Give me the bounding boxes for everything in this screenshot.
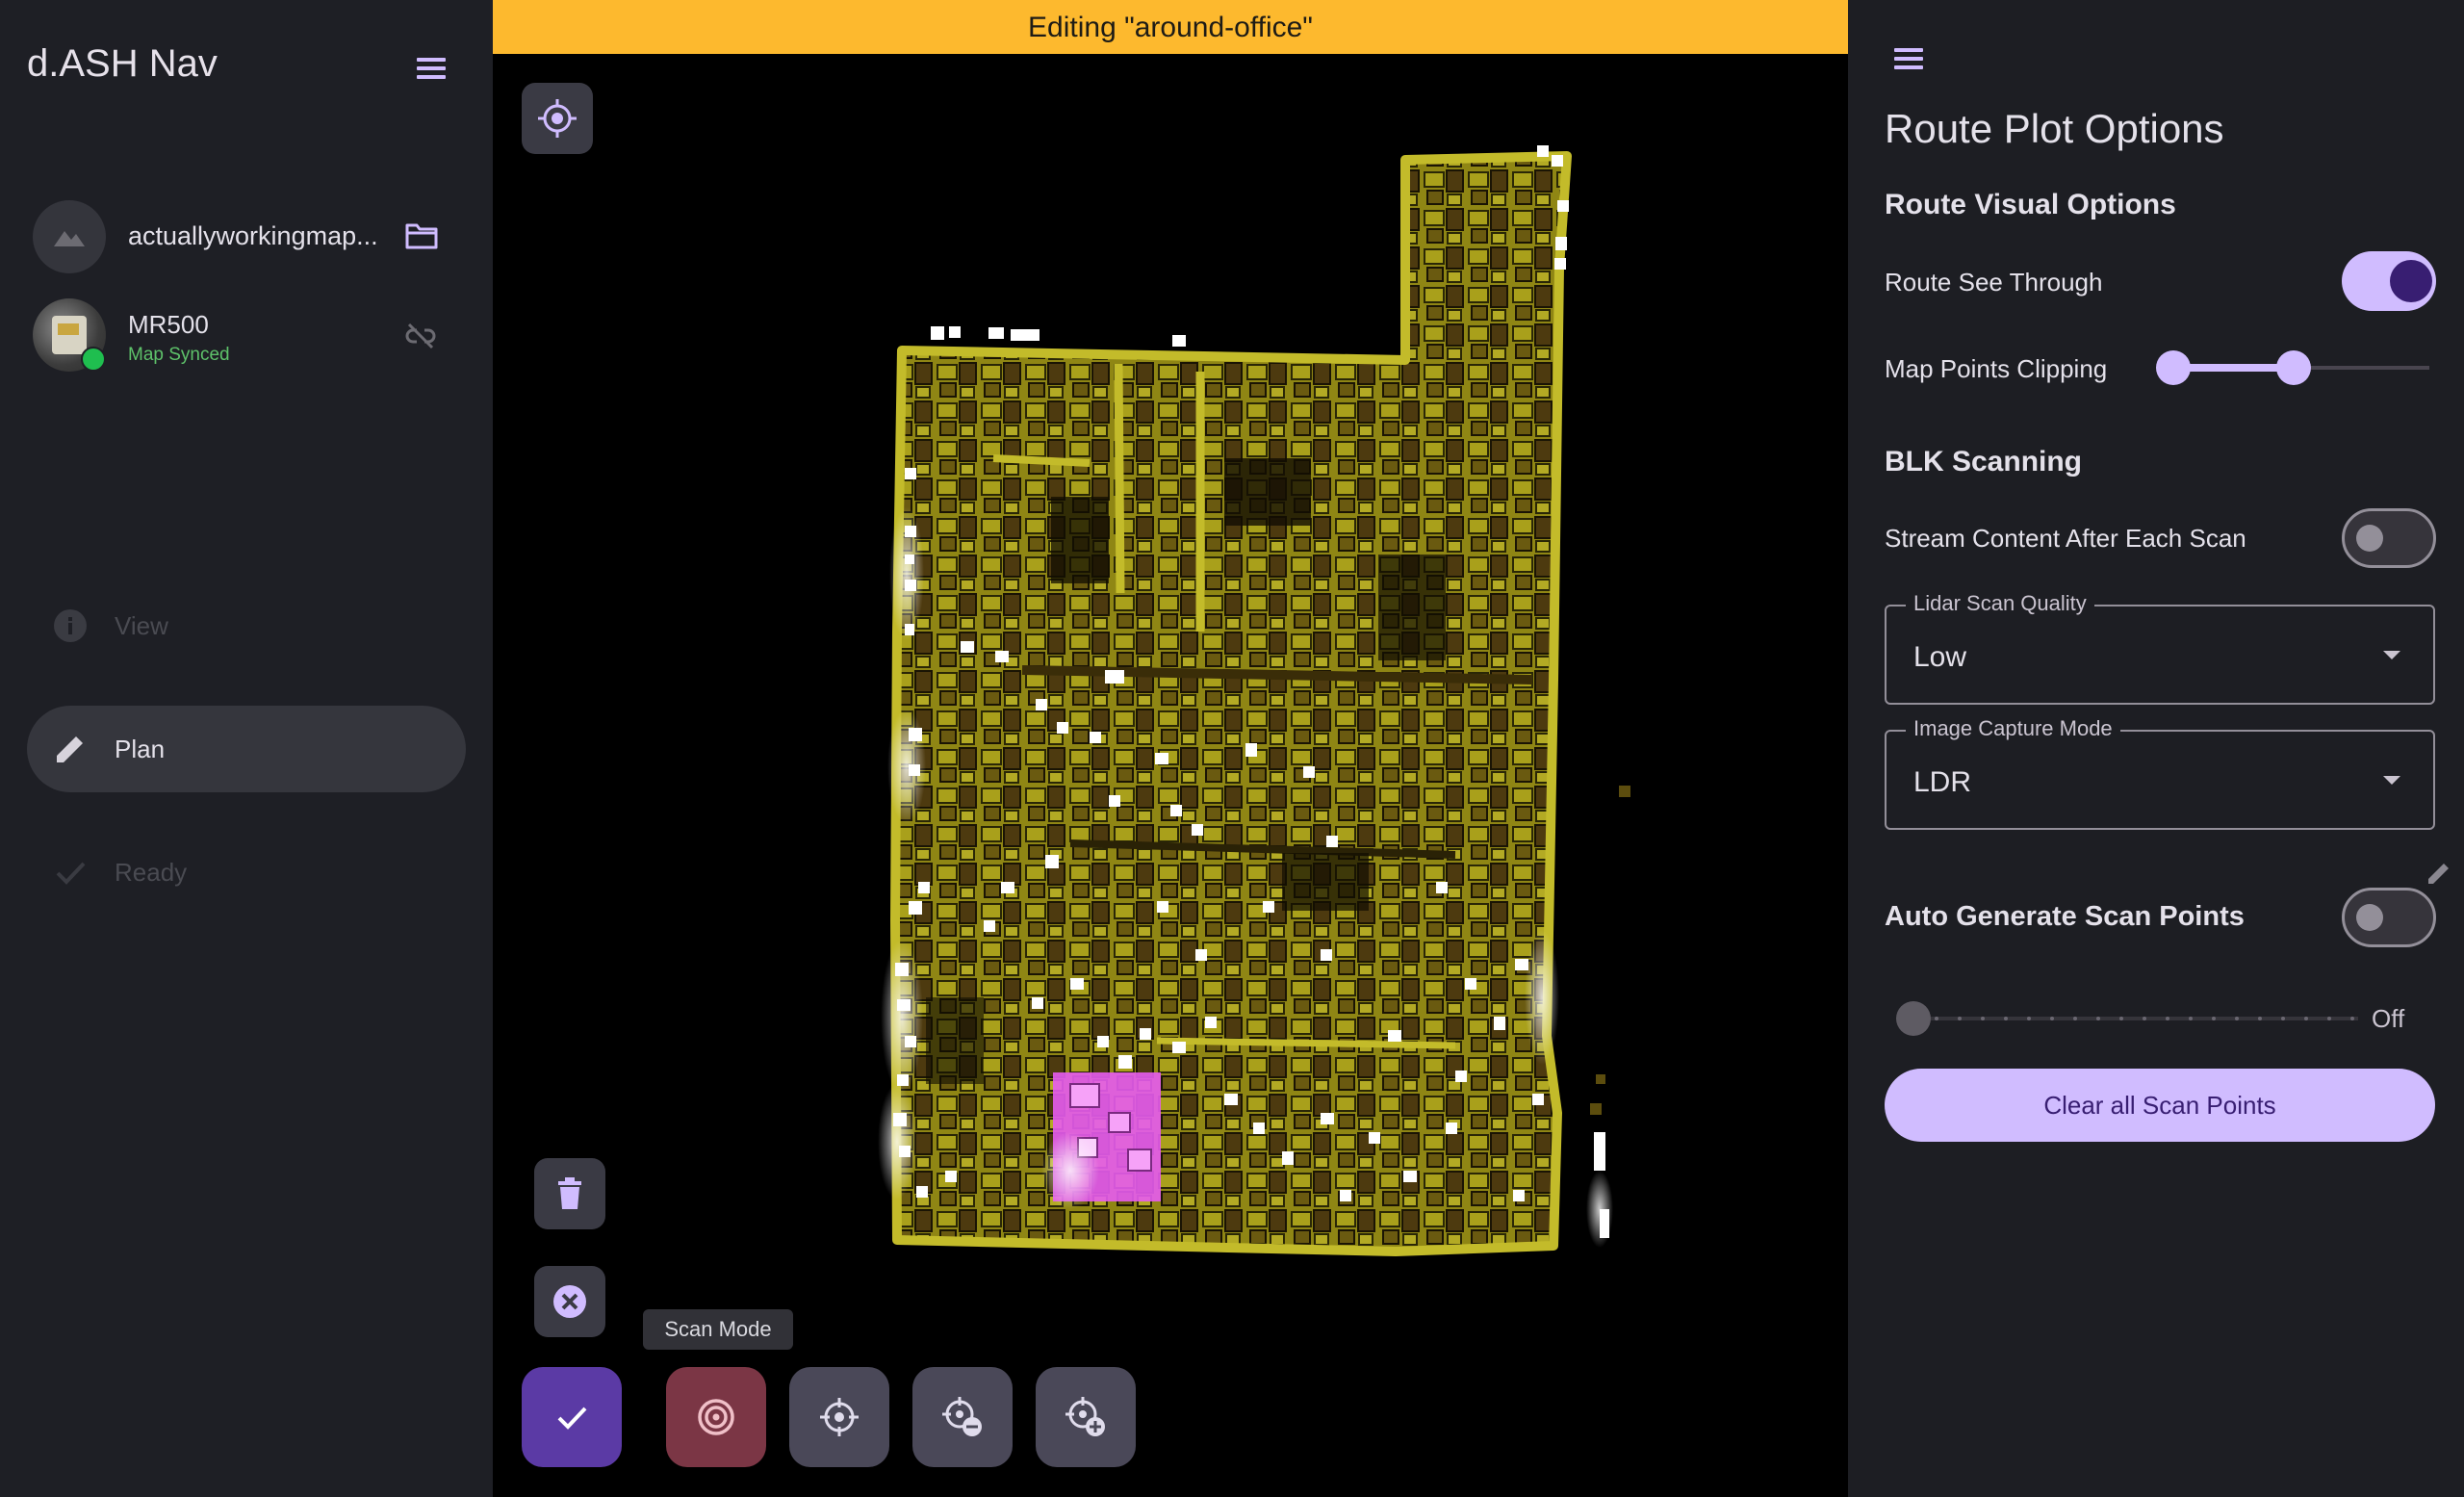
trash-icon (558, 1177, 581, 1209)
map-avatar (33, 200, 106, 273)
point-cloud[interactable] (493, 54, 1848, 1497)
folder-icon[interactable] (404, 221, 439, 250)
nav-view-label: View (115, 611, 168, 640)
editing-banner: Editing "around-office" (493, 0, 1848, 54)
map-points-clipping-slider[interactable] (2156, 350, 2433, 385)
robot-status: Map Synced (128, 345, 230, 365)
cancel-button[interactable] (534, 1266, 605, 1337)
target-add-icon (1065, 1397, 1105, 1436)
target-remove-icon (942, 1397, 982, 1436)
cancel-icon (553, 1285, 586, 1318)
auto-generate-thumb[interactable] (1896, 1001, 1931, 1036)
landscape-icon (54, 231, 85, 246)
auto-generate-label: Auto Generate Scan Points (1885, 901, 2245, 932)
chevron-down-icon (2383, 651, 2400, 659)
delete-button[interactable] (534, 1158, 605, 1229)
auto-generate-value: Off (2372, 1004, 2405, 1033)
add-scan-point-button[interactable] (1036, 1367, 1136, 1467)
target-icon (820, 1398, 859, 1436)
robot-name: MR500 (128, 310, 209, 339)
image-capture-label: Image Capture Mode (1906, 716, 2120, 741)
nav-ready-label: Ready (115, 858, 188, 887)
map-viewport[interactable]: Scan Mode (493, 54, 1848, 1497)
target-button[interactable] (789, 1367, 889, 1467)
robot-item[interactable]: MR500 Map Synced (33, 298, 456, 375)
clipping-max-thumb[interactable] (2276, 350, 2311, 385)
auto-generate-toggle[interactable] (2342, 888, 2436, 947)
image-capture-value: LDR (1913, 766, 1972, 798)
map-points-clipping-label: Map Points Clipping (1885, 354, 2108, 383)
remove-scan-point-button[interactable] (912, 1367, 1013, 1467)
scan-mode-tooltip: Scan Mode (643, 1309, 793, 1350)
clipping-min-thumb[interactable] (2156, 350, 2191, 385)
app-title: d.ASH Nav (27, 42, 218, 85)
panel-menu-icon[interactable] (1894, 43, 1923, 74)
auto-generate-slider[interactable] (1896, 999, 2368, 1038)
route-visual-heading: Route Visual Options (1885, 189, 2176, 220)
check-icon (557, 1407, 587, 1430)
lidar-quality-label: Lidar Scan Quality (1906, 591, 2094, 616)
edit-icon[interactable] (2425, 857, 2455, 888)
lidar-quality-select[interactable]: Lidar Scan Quality Low (1885, 591, 2435, 705)
map-name: actuallyworkingmap... (128, 221, 378, 250)
check-icon (56, 862, 86, 885)
locate-icon (538, 99, 577, 138)
lidar-quality-value: Low (1913, 641, 1967, 673)
options-panel: Route Plot Options Route Visual Options … (1848, 0, 2464, 1497)
info-icon (54, 609, 87, 642)
nav-plan-label: Plan (115, 735, 166, 763)
panel-title: Route Plot Options (1885, 106, 2224, 151)
pencil-icon (57, 736, 83, 762)
nav-plan[interactable]: Plan (27, 706, 466, 792)
route-see-through-toggle[interactable] (2342, 251, 2436, 311)
map-selector[interactable]: actuallyworkingmap... (33, 200, 456, 273)
unlink-icon[interactable] (404, 322, 437, 350)
nav-ready[interactable]: Ready (27, 829, 466, 916)
scan-mode-button[interactable] (666, 1367, 766, 1467)
clear-scan-points-button[interactable]: Clear all Scan Points (1885, 1069, 2435, 1142)
image-capture-select[interactable]: Image Capture Mode LDR (1885, 716, 2435, 830)
stream-content-label: Stream Content After Each Scan (1885, 524, 2246, 553)
locate-button[interactable] (522, 83, 593, 154)
sidebar: d.ASH Nav actuallyworkingmap... MR500 Ma… (0, 0, 493, 1497)
nav-view[interactable]: View (27, 582, 466, 669)
stream-content-toggle[interactable] (2342, 508, 2436, 568)
menu-icon[interactable] (417, 53, 446, 84)
blk-scanning-heading: BLK Scanning (1885, 446, 2083, 477)
robot-status-dot (81, 347, 106, 372)
confirm-button[interactable] (522, 1367, 622, 1467)
route-see-through-label: Route See Through (1885, 268, 2103, 297)
chevron-down-icon (2383, 776, 2400, 785)
scan-mode-icon (698, 1399, 734, 1435)
